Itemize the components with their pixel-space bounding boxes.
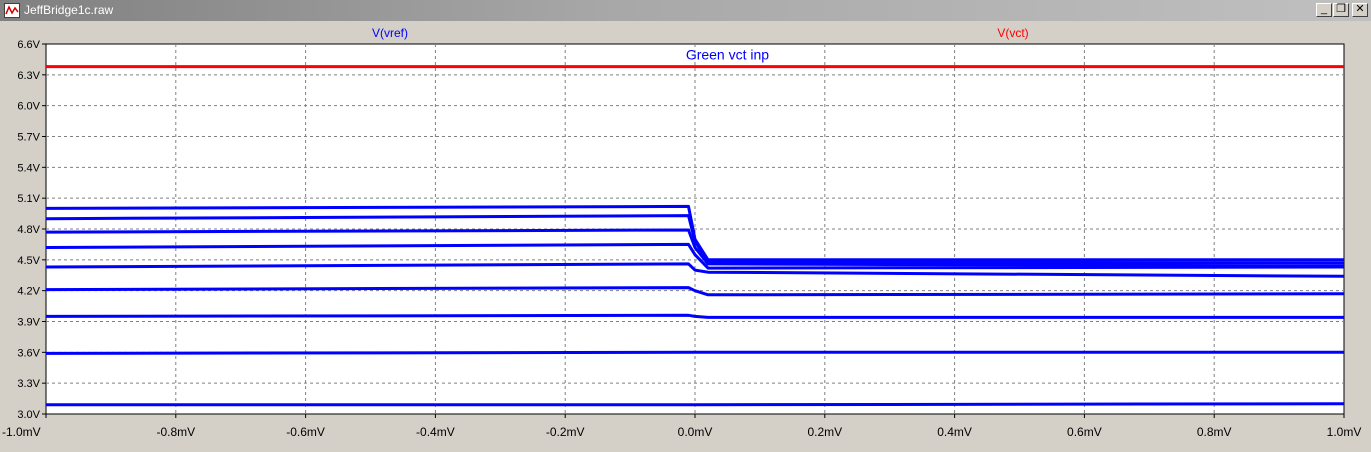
waveform-plot-pane[interactable]: V(vref) V(vct) Green vct inp -1.0mV -0.8mV… [0,21,1371,447]
waveform-icon [4,3,20,18]
y-tick-label: 6.0V [17,101,40,113]
y-tick-label: 3.0V [17,409,40,421]
waveform-chart[interactable]: V(vref) V(vct) Green vct inp -1.0mV -0.8mV… [0,21,1371,447]
y-tick-label: 5.4V [17,162,40,174]
window-titlebar[interactable]: JeffBridge1c.raw _ ❐ ✕ [0,0,1371,21]
y-tick-label: 6.3V [17,70,40,82]
y-tick-label: 4.5V [17,255,40,267]
annotation-label: Green vct inp [686,46,769,62]
x-tick-label: 1.0mV [1327,425,1362,439]
y-tick-label: 4.8V [17,224,40,236]
restore-button[interactable]: ❐ [1333,3,1349,17]
close-icon: ✕ [1355,3,1365,15]
legend-label-vvref[interactable]: V(vref) [372,26,408,40]
minimize-button[interactable]: _ [1316,3,1332,17]
y-tick-label: 5.1V [17,193,40,205]
x-tick-label: 0.4mV [937,425,972,439]
restore-icon: ❐ [1336,3,1346,15]
x-tick-label: -1.0mV [2,425,41,439]
x-tick-label: 0.0mV [678,425,713,439]
legend-label-vvct[interactable]: V(vct) [997,26,1028,40]
x-tick-label: 0.2mV [807,425,842,439]
window-title: JeffBridge1c.raw [24,3,114,17]
trace-vref-8[interactable] [45,350,1344,355]
y-tick-label: 4.2V [17,286,40,298]
close-button[interactable]: ✕ [1352,3,1368,17]
x-tick-label: -0.4mV [416,425,455,439]
x-tick-label: -0.2mV [546,425,585,439]
y-tick-label: 3.3V [17,378,40,390]
y-tick-label: 3.6V [17,347,40,359]
y-tick-label: 3.9V [17,317,40,329]
x-tick-label: 0.6mV [1067,425,1102,439]
minimize-icon: _ [1320,3,1328,15]
y-tick-label: 6.6V [17,39,40,51]
x-tick-label: -0.8mV [156,425,195,439]
trace-vref-9[interactable] [46,402,1345,407]
x-tick-label: -0.6mV [286,425,325,439]
y-tick-label: 5.7V [17,132,40,144]
x-tick-label: 0.8mV [1197,425,1232,439]
